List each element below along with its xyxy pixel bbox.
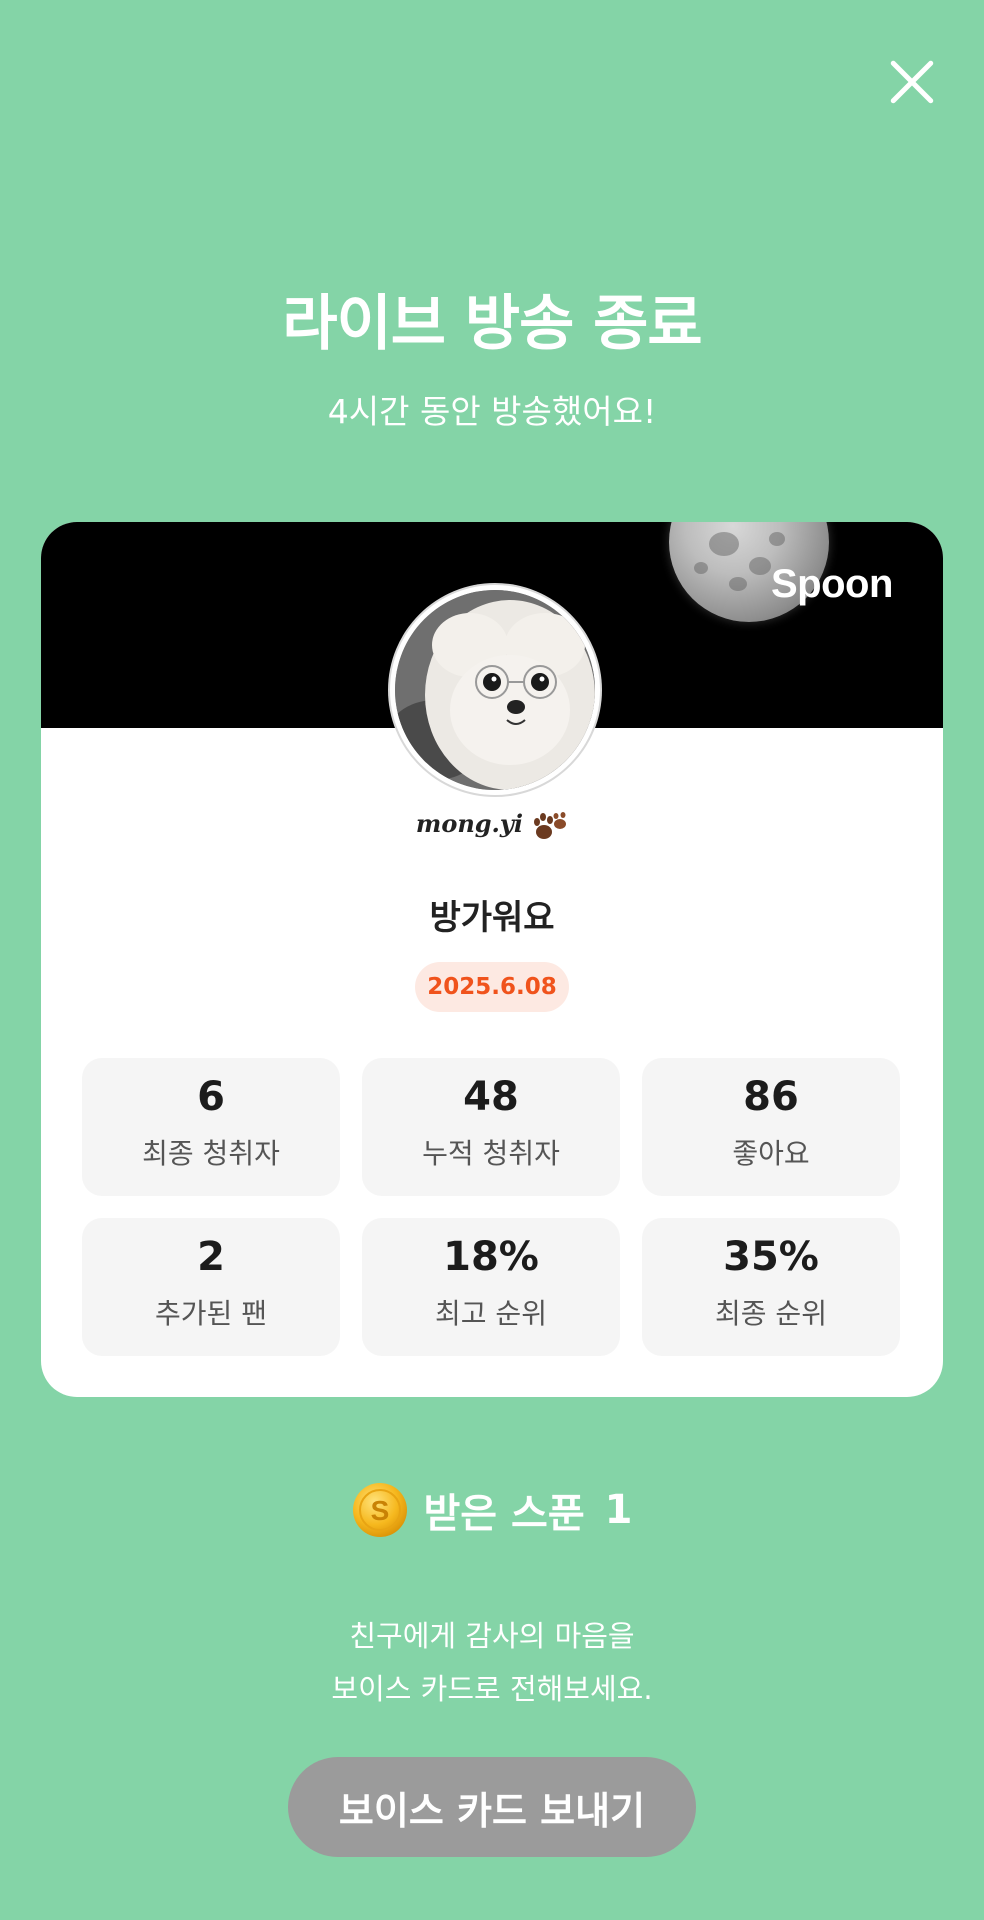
received-spoons: S 받은 스푼 1 bbox=[0, 1480, 984, 1540]
broadcast-summary-card: Spoon mong.yi 방가워요 2025.6.08 6 최종 청취자 48… bbox=[41, 522, 943, 1397]
room-title: 방가워요 bbox=[429, 898, 555, 938]
stat-total-listeners: 48 누적 청취자 bbox=[362, 1058, 620, 1196]
date-badge: 2025.6.08 bbox=[415, 962, 569, 1012]
thanks-line-1: 친구에게 감사의 마음을 bbox=[349, 1619, 635, 1653]
stat-label: 좋아요 bbox=[732, 1137, 810, 1170]
stat-value: 6 bbox=[197, 1074, 225, 1120]
send-voice-card-button[interactable]: 보이스 카드 보내기 bbox=[288, 1757, 696, 1857]
stat-value: 86 bbox=[743, 1074, 799, 1120]
stat-label: 최종 청취자 bbox=[142, 1137, 280, 1170]
spoons-label: 받은 스푼 bbox=[423, 1491, 585, 1537]
nickname: mong.yi bbox=[415, 809, 523, 838]
thanks-line-2: 보이스 카드로 전해보세요. bbox=[331, 1672, 653, 1706]
spoon-coin-icon: S bbox=[352, 1482, 408, 1538]
nickname-row: mong.yi bbox=[41, 809, 943, 846]
brand-logo: Spoon bbox=[771, 562, 893, 606]
thanks-message: 친구에게 감사의 마음을 보이스 카드로 전해보세요. bbox=[0, 1610, 984, 1716]
svg-text:S: S bbox=[370, 1495, 389, 1526]
stat-value: 48 bbox=[463, 1074, 519, 1120]
stat-label: 최종 순위 bbox=[715, 1297, 827, 1330]
stat-final-rank: 35% 최종 순위 bbox=[642, 1218, 900, 1356]
stat-value: 2 bbox=[197, 1234, 225, 1280]
paw-icon bbox=[532, 810, 568, 846]
avatar[interactable] bbox=[390, 585, 600, 795]
stat-final-listeners: 6 최종 청취자 bbox=[82, 1058, 340, 1196]
broadcast-duration: 4시간 동안 방송했어요! bbox=[327, 392, 657, 431]
stat-label: 누적 청취자 bbox=[422, 1137, 560, 1170]
stat-label: 추가된 팬 bbox=[155, 1297, 267, 1330]
stat-label: 최고 순위 bbox=[435, 1297, 547, 1330]
spoons-count: 1 bbox=[604, 1487, 633, 1533]
stat-value: 35% bbox=[723, 1234, 819, 1280]
close-icon[interactable] bbox=[880, 50, 944, 114]
stat-best-rank: 18% 최고 순위 bbox=[362, 1218, 620, 1356]
stat-likes: 86 좋아요 bbox=[642, 1058, 900, 1196]
stat-value: 18% bbox=[443, 1234, 539, 1280]
page-title: 라이브 방송 종료 bbox=[282, 289, 702, 359]
stat-new-fans: 2 추가된 팬 bbox=[82, 1218, 340, 1356]
